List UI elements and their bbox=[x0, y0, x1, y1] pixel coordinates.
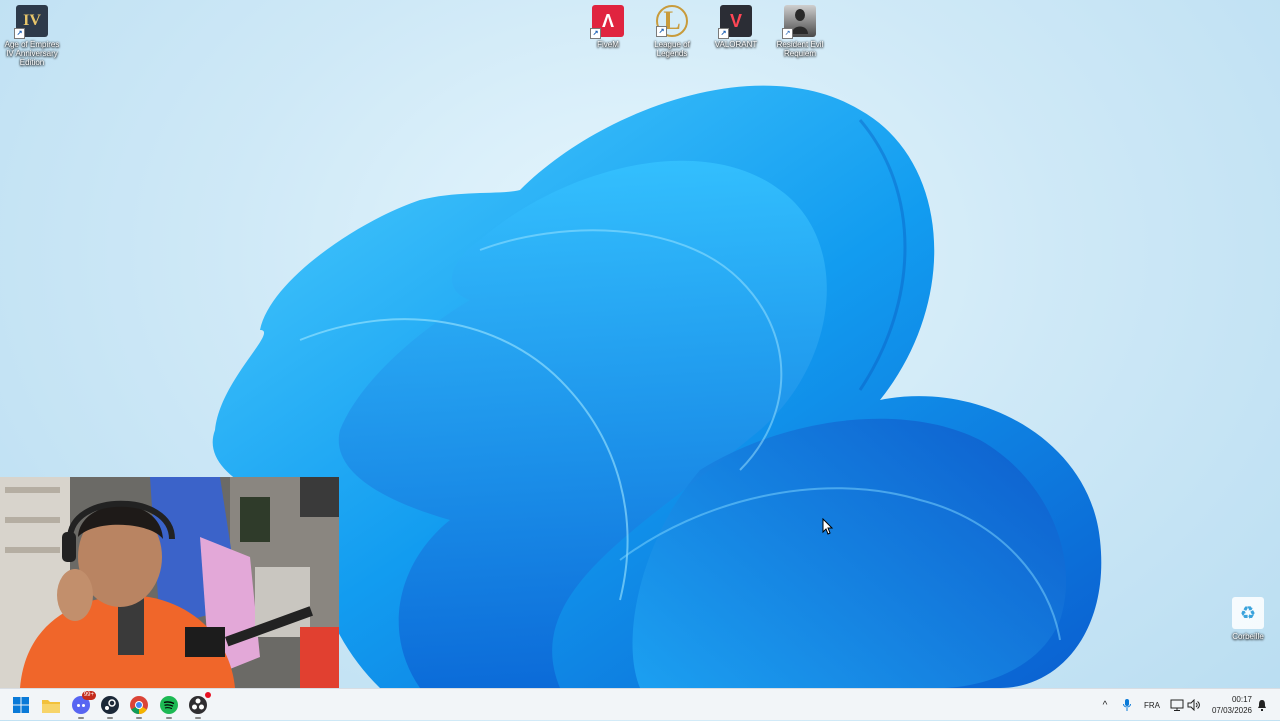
webcam-feed-image bbox=[0, 477, 339, 688]
desktop-icon-fivem[interactable]: Λ ↗ FiveM bbox=[576, 5, 640, 49]
show-hidden-icons-button[interactable]: ^ bbox=[1096, 689, 1114, 721]
taskbar-spotify[interactable] bbox=[158, 694, 180, 719]
taskbar-chrome[interactable] bbox=[128, 694, 150, 719]
notification-bell-icon bbox=[1258, 700, 1266, 711]
running-indicator bbox=[107, 717, 113, 719]
mouse-cursor-icon bbox=[822, 518, 834, 535]
recycle-glyph: ♻ bbox=[1239, 602, 1257, 623]
desktop-icon-resident-evil-requiem[interactable]: ↗ Resident Evil Requiem bbox=[768, 5, 832, 58]
desktop: IV ↗ Age of Empires IV Anniversary Editi… bbox=[0, 0, 1280, 688]
shortcut-arrow-icon: ↗ bbox=[718, 28, 729, 39]
fivem-icon: Λ ↗ bbox=[590, 5, 624, 39]
shortcut-arrow-icon: ↗ bbox=[782, 28, 793, 39]
recycle-bin-icon: ♻ bbox=[1232, 597, 1264, 629]
shortcut-arrow-icon: ↗ bbox=[590, 28, 601, 39]
figure-silhouette-icon bbox=[792, 9, 808, 34]
microphone-button[interactable] bbox=[1118, 689, 1136, 721]
chevron-up-icon: ^ bbox=[1102, 699, 1108, 711]
language-indicator[interactable]: FRA bbox=[1140, 689, 1164, 721]
steam-icon bbox=[101, 696, 119, 714]
discord-notification-badge: 99+ bbox=[81, 691, 96, 700]
clock-date: 07/03/2026 bbox=[1211, 706, 1252, 715]
valorant-glyph: V bbox=[729, 10, 742, 31]
language-label: FRA bbox=[1144, 700, 1160, 710]
running-indicator bbox=[136, 717, 142, 719]
chrome-icon bbox=[130, 696, 148, 714]
taskbar-obs[interactable] bbox=[187, 692, 211, 719]
taskbar-file-explorer[interactable] bbox=[40, 694, 62, 716]
network-monitor-icon bbox=[1170, 699, 1184, 711]
notifications-button[interactable] bbox=[1254, 689, 1270, 721]
taskbar-discord[interactable]: 99+ bbox=[70, 691, 96, 719]
taskbar-steam[interactable] bbox=[99, 694, 121, 719]
webcam-overlay bbox=[0, 477, 339, 688]
desktop-icon-recycle-bin[interactable]: ♻ Corbeille bbox=[1216, 597, 1280, 641]
desktop-icon-valorant[interactable]: V ↗ VALORANT bbox=[704, 5, 768, 49]
desktop-icon-label: VALORANT bbox=[714, 40, 758, 49]
clock-time: 00:17 bbox=[1231, 695, 1252, 704]
age-of-empires-icon: IV ↗ bbox=[14, 5, 48, 39]
windows-logo-icon bbox=[13, 697, 29, 713]
league-of-legends-icon: L ↗ bbox=[656, 5, 688, 37]
folder-icon bbox=[42, 699, 60, 713]
speaker-icon bbox=[1187, 699, 1200, 711]
desktop-icon-label: Resident Evil Requiem bbox=[776, 40, 824, 58]
resident-evil-icon: ↗ bbox=[782, 5, 816, 39]
desktop-icon-label: League of Legends bbox=[654, 40, 690, 58]
running-indicator bbox=[166, 717, 172, 719]
desktop-icon-label: Age of Empires IV Anniversary Edition bbox=[4, 40, 60, 67]
desktop-icon-label: Corbeille bbox=[1232, 632, 1264, 641]
desktop-icon-age-of-empires[interactable]: IV ↗ Age of Empires IV Anniversary Editi… bbox=[0, 5, 64, 67]
clock[interactable]: 00:17 07/03/2026 bbox=[1212, 694, 1252, 716]
desktop-icon-league-of-legends[interactable]: L ↗ League of Legends bbox=[640, 5, 704, 58]
spotify-icon bbox=[160, 696, 178, 714]
obs-icon bbox=[189, 696, 207, 714]
microphone-icon bbox=[1123, 699, 1131, 711]
fivem-glyph: Λ bbox=[601, 10, 614, 31]
shortcut-arrow-icon: ↗ bbox=[14, 28, 25, 39]
taskbar: 99+ ^ FRA 00:17 07/03/2026 bbox=[0, 688, 1280, 720]
running-indicator bbox=[195, 717, 201, 719]
volume-button[interactable] bbox=[1186, 689, 1202, 721]
age-of-empires-glyph: IV bbox=[23, 12, 41, 29]
shortcut-arrow-icon: ↗ bbox=[656, 26, 667, 37]
start-button[interactable] bbox=[10, 694, 32, 716]
running-indicator bbox=[78, 717, 84, 719]
network-button[interactable] bbox=[1168, 689, 1186, 721]
desktop-icon-label: FiveM bbox=[597, 40, 619, 49]
obs-recording-badge bbox=[205, 692, 211, 698]
valorant-icon: V ↗ bbox=[718, 5, 752, 39]
